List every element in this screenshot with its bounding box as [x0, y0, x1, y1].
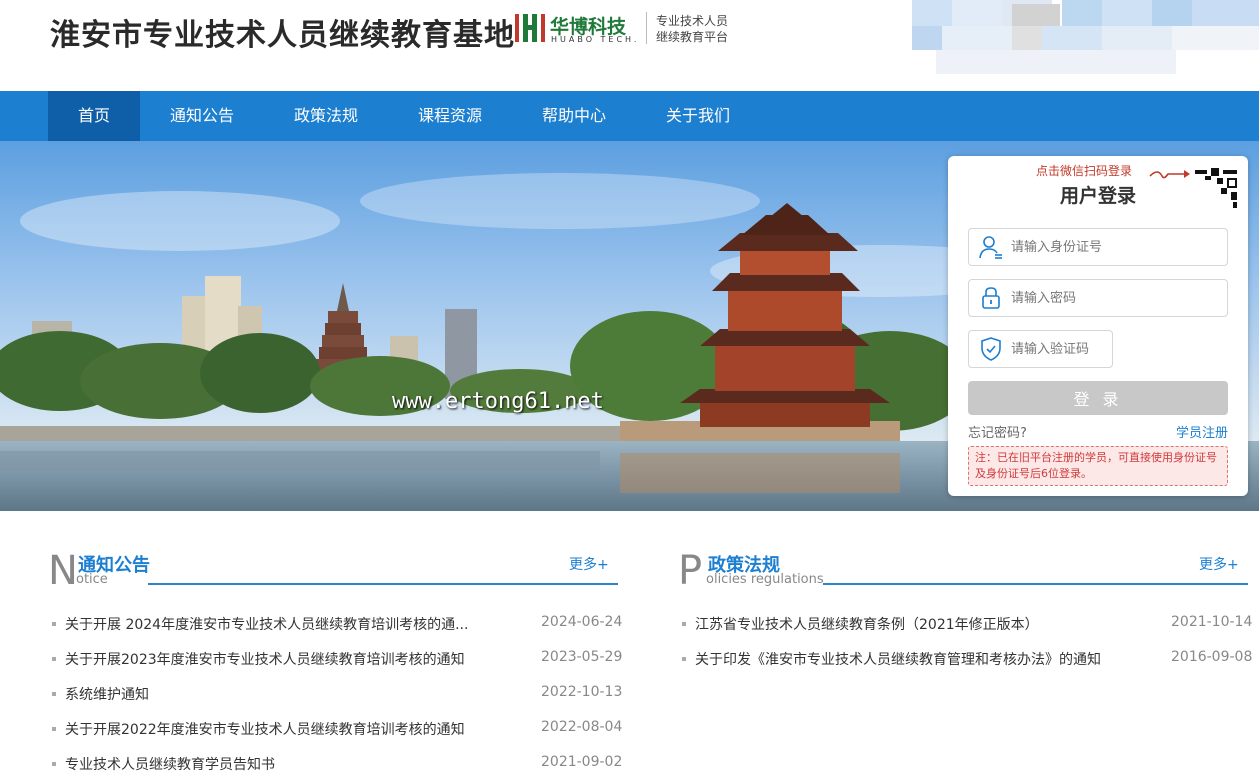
notice-title[interactable]: 关于开展2023年度淮安市专业技术人员继续教育培训考核的通知 — [65, 649, 495, 669]
list-item[interactable]: 江苏省专业技术人员继续教育条例（2021年修正版本） 2021-10-14 — [678, 614, 1252, 634]
policy-title[interactable]: 江苏省专业技术人员继续教育条例（2021年修正版本） — [695, 614, 1155, 634]
nav-item-notices[interactable]: 通知公告 — [152, 91, 252, 141]
bullet — [52, 622, 56, 626]
list-item[interactable]: 关于开展2023年度淮安市专业技术人员继续教育培训考核的通知 2023-05-2… — [48, 649, 622, 669]
bullet — [682, 657, 686, 661]
notice-date: 2021-09-02 — [541, 754, 623, 770]
section-initial: N — [48, 548, 78, 594]
shield-check-icon — [981, 337, 1001, 361]
notice-title[interactable]: 关于开展 2024年度淮安市专业技术人员继续教育培训考核的通... — [65, 614, 495, 634]
captcha-input[interactable] — [1011, 331, 1111, 367]
arrow-icon — [1149, 170, 1190, 179]
notice-title[interactable]: 专业技术人员继续教育学员告知书 — [65, 754, 495, 774]
section-divider — [823, 583, 1248, 585]
policy-date: 2021-10-14 — [1171, 614, 1253, 630]
huabo-logo-icon — [515, 14, 545, 42]
captcha-field[interactable] — [968, 330, 1113, 368]
legacy-login-notice: 注：已在旧平台注册的学员，可直接使用身份证号及身份证号后6位登录。 — [968, 446, 1228, 486]
notice-title[interactable]: 系统维护通知 — [65, 684, 495, 704]
notices-english-subtitle: otice — [76, 572, 108, 587]
list-item[interactable]: 关于开展 2024年度淮安市专业技术人员继续教育培训考核的通... 2024-0… — [48, 614, 622, 634]
bullet — [52, 692, 56, 696]
nav-item-help[interactable]: 帮助中心 — [524, 91, 624, 141]
list-item[interactable]: 专业技术人员继续教育学员告知书 2021-09-02 — [48, 754, 622, 774]
password-field[interactable] — [968, 279, 1228, 317]
lock-icon — [982, 287, 1000, 309]
blurred-header-image — [912, 0, 1259, 78]
site-title: 淮安市专业技术人员继续教育基地 — [50, 18, 515, 53]
login-button[interactable]: 登 录 — [968, 381, 1228, 415]
policies-section: P 政策法规 olicies regulations 更多+ 江苏省专业技术人员… — [678, 540, 1252, 700]
policy-title[interactable]: 关于印发《淮安市专业技术人员继续教育管理和考核办法》的通知 — [695, 649, 1155, 669]
logo-english-name: HUABO TECH. — [551, 35, 640, 44]
notice-date: 2023-05-29 — [541, 649, 623, 665]
id-number-field[interactable] — [968, 228, 1228, 266]
list-item[interactable]: 关于印发《淮安市专业技术人员继续教育管理和考核办法》的通知 2016-09-08 — [678, 649, 1252, 669]
logo-subtitle-line1: 专业技术人员 — [656, 14, 729, 28]
policy-date: 2016-09-08 — [1171, 649, 1253, 665]
section-initial: P — [678, 548, 703, 594]
site-header: 淮安市专业技术人员继续教育基地 华博科技 HUABO TECH. 专业技术人员 … — [0, 0, 1259, 92]
bullet — [52, 657, 56, 661]
logo-divider — [646, 12, 647, 44]
bullet — [52, 762, 56, 766]
bullet — [52, 727, 56, 731]
nav-item-about[interactable]: 关于我们 — [648, 91, 748, 141]
notice-date: 2022-10-13 — [541, 684, 623, 700]
list-item[interactable]: 关于开展2022年度淮安市专业技术人员继续教育培训考核的通知 2022-08-0… — [48, 719, 622, 739]
login-panel: 点击微信扫码登录 用户登录 请输入身份证号 请输入验证码 登 录 忘记密码? 学… — [948, 156, 1248, 496]
forgot-password-link[interactable]: 忘记密码? — [968, 422, 1027, 441]
section-divider — [148, 583, 618, 585]
policies-more-link[interactable]: 更多+ — [1199, 554, 1239, 574]
policies-english-subtitle: olicies regulations — [706, 572, 824, 587]
login-title: 用户登录 — [1059, 185, 1136, 207]
notice-date: 2022-08-04 — [541, 719, 623, 735]
id-number-input[interactable] — [1011, 229, 1221, 265]
notices-more-link[interactable]: 更多+ — [569, 554, 609, 574]
notice-date: 2024-06-24 — [541, 614, 623, 630]
logo-subtitle-line2: 继续教育平台 — [656, 30, 729, 44]
wechat-login-tip[interactable]: 点击微信扫码登录 — [1036, 162, 1132, 179]
register-link[interactable]: 学员注册 — [1176, 422, 1228, 441]
password-input[interactable] — [1011, 280, 1221, 316]
watermark-text: www.ertong61.net — [392, 389, 604, 414]
notices-section: N 通知公告 otice 更多+ 关于开展 2024年度淮安市专业技术人员继续教… — [48, 540, 622, 774]
bullet — [682, 622, 686, 626]
nav-item-home[interactable]: 首页 — [48, 91, 140, 141]
nav-item-policies[interactable]: 政策法规 — [276, 91, 376, 141]
main-nav: 首页 通知公告 政策法规 课程资源 帮助中心 关于我们 — [0, 91, 1259, 141]
notice-title[interactable]: 关于开展2022年度淮安市专业技术人员继续教育培训考核的通知 — [65, 719, 495, 739]
list-item[interactable]: 系统维护通知 2022-10-13 — [48, 684, 622, 704]
nav-item-courses[interactable]: 课程资源 — [400, 91, 500, 141]
user-icon — [979, 236, 1002, 259]
